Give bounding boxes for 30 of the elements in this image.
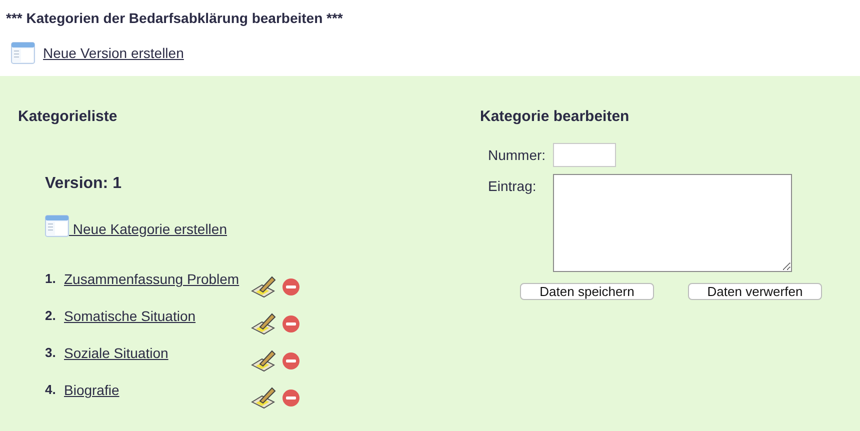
entry-field[interactable] bbox=[553, 174, 792, 272]
number-field[interactable] bbox=[553, 143, 616, 167]
edit-icon[interactable] bbox=[250, 312, 276, 336]
section-heading: Kategorieliste bbox=[18, 108, 118, 125]
delete-icon[interactable] bbox=[282, 278, 300, 296]
item-number: 4. bbox=[45, 382, 57, 397]
window-icon bbox=[45, 215, 69, 237]
field-label: Eintrag: bbox=[488, 177, 538, 194]
save-button[interactable]: Daten speichern bbox=[520, 283, 654, 300]
delete-icon[interactable] bbox=[282, 389, 300, 407]
field-label: Nummer: bbox=[488, 146, 547, 163]
section-heading: Kategorie bearbeiten bbox=[480, 108, 630, 125]
edit-icon[interactable] bbox=[250, 386, 276, 410]
edit-icon[interactable] bbox=[250, 349, 276, 373]
discard-button[interactable]: Daten verwerfen bbox=[688, 283, 822, 300]
item-number: 3. bbox=[45, 345, 57, 360]
new-version-link[interactable]: Neue Version erstellen bbox=[43, 45, 184, 61]
page-title: *** Kategorien der Bedarfsabklärung bearbeiten *** bbox=[5, 9, 344, 26]
delete-icon[interactable] bbox=[282, 352, 300, 370]
item-number: 2. bbox=[45, 308, 57, 323]
version-heading: Version: 1 bbox=[45, 175, 122, 193]
category-link[interactable]: Soziale Situation bbox=[64, 345, 250, 361]
new-category-link[interactable]: Neue Kategorie erstellen bbox=[69, 221, 227, 237]
edit-icon[interactable] bbox=[250, 275, 276, 299]
window-icon bbox=[11, 42, 35, 64]
item-number: 1. bbox=[45, 271, 57, 286]
category-link[interactable]: Somatische Situation bbox=[64, 308, 250, 324]
category-link[interactable]: Biografie bbox=[64, 382, 250, 398]
category-link[interactable]: Zusammenfassung Problem bbox=[64, 271, 250, 287]
delete-icon[interactable] bbox=[282, 315, 300, 333]
